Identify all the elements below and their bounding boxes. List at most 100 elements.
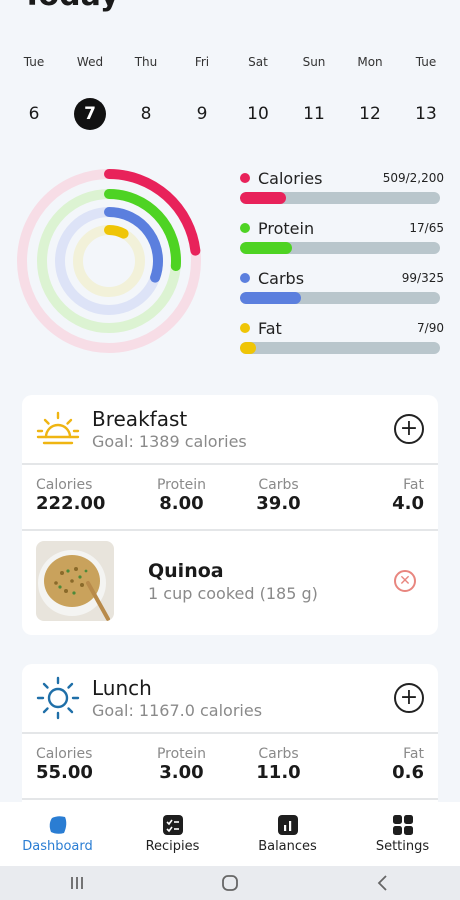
bottom-navigation: Dashboard Recipies Balances Settings [0, 802, 460, 866]
nav-label: Balances [258, 839, 317, 854]
stat-label: Protein [156, 477, 207, 493]
breakfast-stats: Calories 222.00 Protein 8.00 Carbs 39.0 Fat… [22, 465, 438, 531]
day-tue-6[interactable]: Tue 6 [6, 52, 62, 130]
dashboard-icon [49, 816, 66, 834]
fat-ring-progress [104, 225, 129, 239]
day-number-selected: 7 [74, 98, 106, 130]
lunch-header: Lunch Goal: 1167.0 calories + [22, 664, 438, 734]
breakfast-card: Breakfast Goal: 1389 calories + Calories… [22, 395, 438, 635]
macro-value: 509/2,200 [382, 171, 444, 185]
recipes-icon [162, 815, 183, 835]
meal-goal: Goal: 1389 calories [92, 432, 247, 451]
stat-value: 39.0 [256, 493, 301, 514]
day-name: Sat [248, 55, 268, 69]
day-wed-7[interactable]: Wed 7 [62, 52, 118, 130]
day-number: 8 [140, 104, 152, 124]
day-number: 6 [28, 104, 40, 124]
settings-icon [392, 815, 413, 835]
nav-balances[interactable]: Balances [230, 802, 345, 866]
add-food-button[interactable]: + [394, 683, 424, 713]
carbs-dot [240, 273, 250, 283]
macro-list: Calories 509/2,200 Protein 17/65 Carbs 99/3… [240, 166, 444, 366]
macro-name: Fat [258, 318, 282, 338]
stat-label: Carbs [258, 477, 299, 493]
protein-progress-bar [240, 242, 440, 254]
calories-dot [240, 173, 250, 183]
macro-name: Carbs [258, 268, 305, 288]
macro-value: 7/90 [417, 321, 444, 335]
day-number: 12 [359, 104, 381, 124]
balances-icon [277, 815, 298, 835]
macro-calories: Calories 509/2,200 [240, 166, 444, 216]
day-mon-12[interactable]: Mon 12 [342, 52, 398, 130]
sunrise-icon [36, 411, 80, 445]
quinoa-image [36, 541, 114, 621]
day-thu-8[interactable]: Thu 8 [118, 52, 174, 130]
day-number: 13 [415, 104, 437, 124]
fat-dot [240, 323, 250, 333]
nav-settings[interactable]: Settings [345, 802, 460, 866]
lunch-card: Lunch Goal: 1167.0 calories + Calories 55… [22, 664, 438, 814]
day-number: 10 [247, 104, 269, 124]
day-name: Sun [302, 55, 326, 69]
stat-value: 0.6 [392, 762, 424, 783]
day-number: 11 [303, 104, 325, 124]
day-name: Fri [194, 55, 210, 69]
nav-label: Settings [375, 839, 430, 854]
day-name: Wed [76, 55, 104, 69]
stat-label: Carbs [258, 746, 299, 762]
breakfast-header: Breakfast Goal: 1389 calories + [22, 395, 438, 465]
food-name: Quinoa [148, 559, 224, 582]
plus-icon: + [399, 416, 419, 441]
nav-dashboard[interactable]: Dashboard [0, 802, 115, 866]
stat-value: 3.00 [159, 762, 204, 783]
recent-apps-icon [70, 877, 83, 889]
page-title: Today [22, 0, 119, 13]
home-button[interactable] [220, 873, 240, 893]
stat-label: Protein [156, 746, 207, 762]
fat-progress-fill [240, 342, 256, 354]
carbs-progress-bar [240, 292, 440, 304]
sun-icon [36, 676, 80, 720]
fat-ring-track [73, 225, 145, 297]
calories-progress-bar [240, 192, 440, 204]
recent-apps-button[interactable] [67, 873, 87, 893]
back-icon [378, 875, 387, 891]
day-number: 9 [196, 104, 208, 124]
meal-name: Breakfast [92, 407, 188, 431]
back-button[interactable] [373, 873, 393, 893]
calories-progress-fill [240, 192, 287, 204]
day-name: Mon [357, 55, 383, 69]
protein-progress-fill [240, 242, 293, 254]
home-icon [222, 875, 238, 891]
protein-dot [240, 223, 250, 233]
day-tue-13[interactable]: Tue 13 [398, 52, 454, 130]
meal-name: Lunch [92, 676, 152, 700]
plus-icon: + [399, 685, 419, 710]
stat-label: Fat [403, 477, 424, 493]
add-food-button[interactable]: + [394, 414, 424, 444]
nav-label: Recipies [145, 839, 200, 854]
macro-name: Calories [258, 168, 323, 188]
food-item[interactable]: Quinoa 1 cup cooked (185 g) ✕ [22, 531, 438, 631]
close-icon: ✕ [399, 573, 411, 589]
remove-food-button[interactable]: ✕ [394, 570, 416, 592]
stat-value: 222.00 [36, 493, 106, 514]
lunch-stats: Calories 55.00 Protein 3.00 Carbs 11.0 Fat 0… [22, 734, 438, 800]
day-fri-9[interactable]: Fri 9 [174, 52, 230, 130]
stat-value: 8.00 [159, 493, 204, 514]
day-sun-11[interactable]: Sun 11 [286, 52, 342, 130]
nav-recipes[interactable]: Recipies [115, 802, 230, 866]
macro-value: 17/65 [409, 221, 444, 235]
macro-protein: Protein 17/65 [240, 216, 444, 266]
day-sat-10[interactable]: Sat 10 [230, 52, 286, 130]
stat-label: Fat [403, 746, 424, 762]
day-name: Tue [23, 55, 45, 69]
system-navigation-bar [0, 866, 460, 900]
food-portion: 1 cup cooked (185 g) [148, 583, 318, 603]
stat-label: Calories [36, 477, 93, 493]
day-name: Tue [415, 55, 437, 69]
stat-value: 11.0 [256, 762, 301, 783]
macro-carbs: Carbs 99/325 [240, 266, 444, 316]
stat-value: 55.00 [36, 762, 93, 783]
